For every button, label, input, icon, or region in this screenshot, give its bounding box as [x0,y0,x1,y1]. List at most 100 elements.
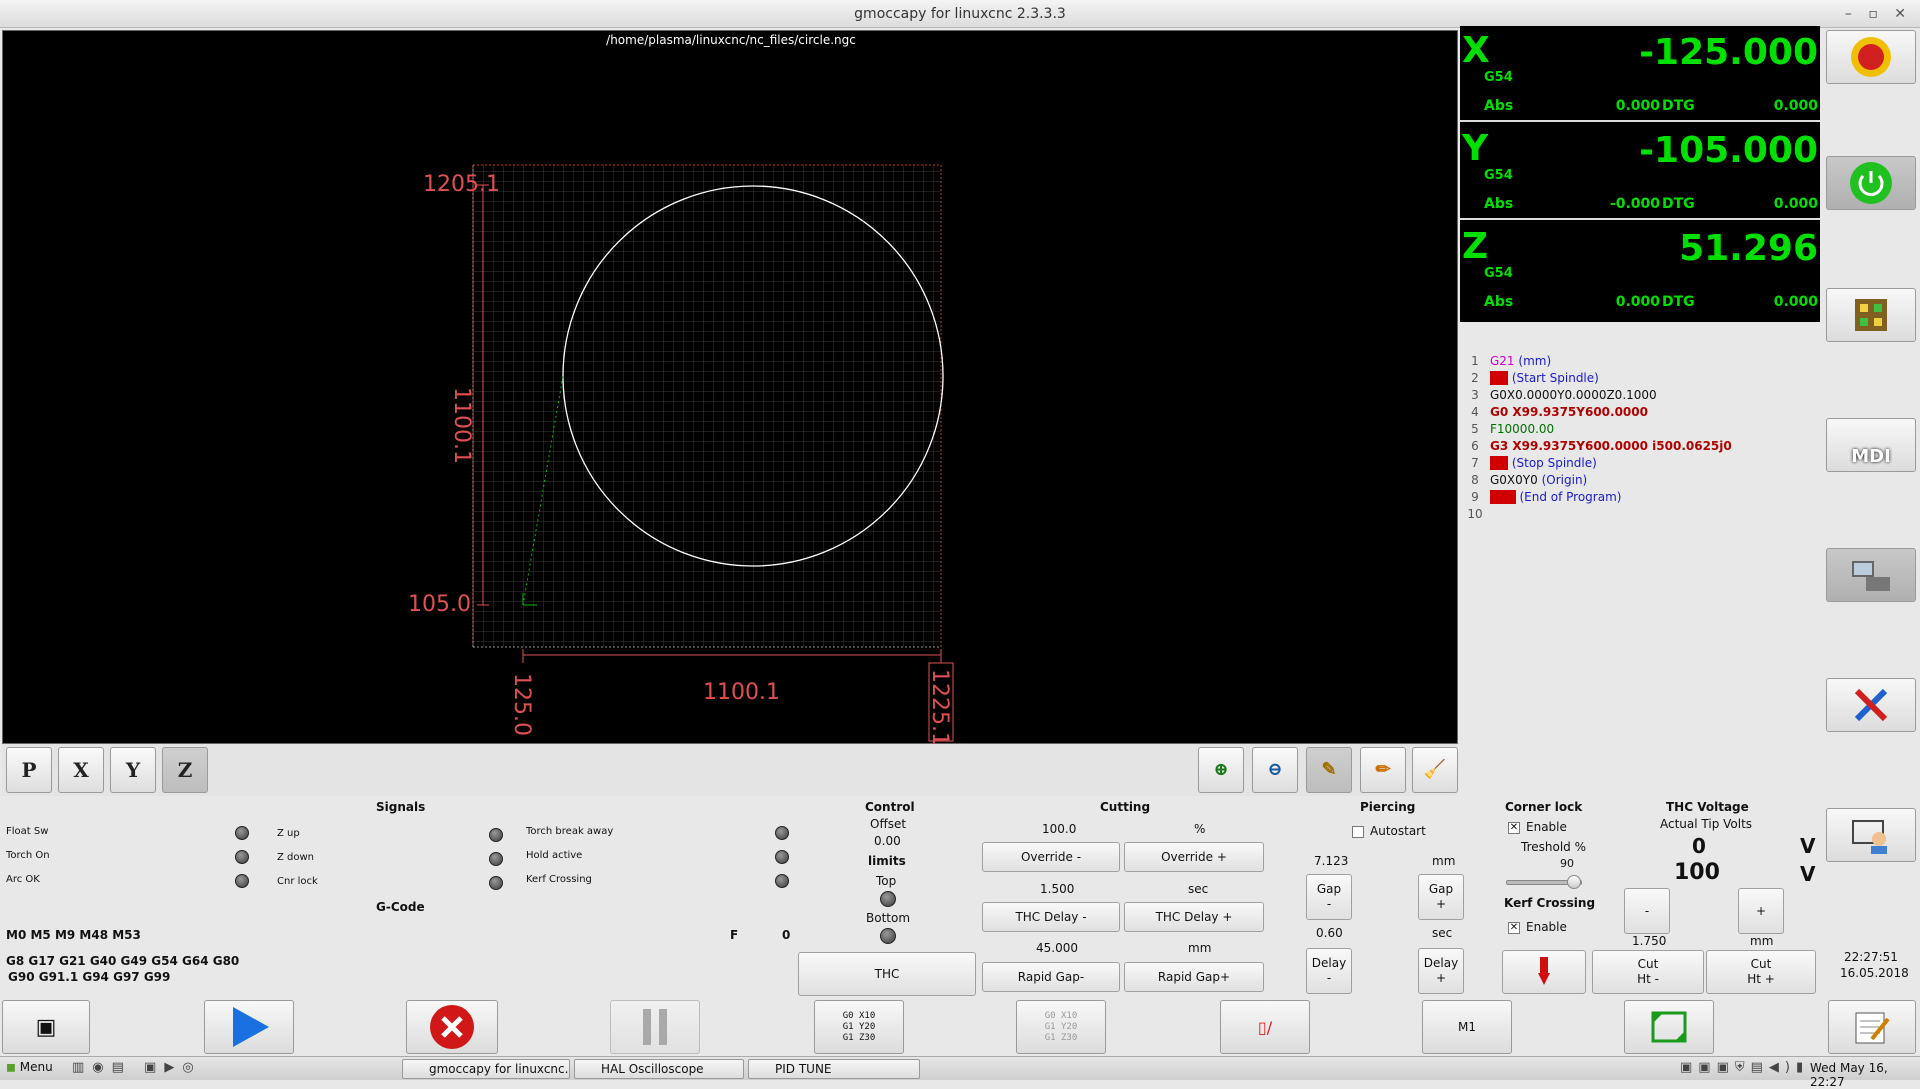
run-from-line-button[interactable]: G0 X10 G1 Y20 G1 Z30 [1016,1000,1106,1054]
task-gmoccapy[interactable]: gmoccapy for linuxcnc... [402,1059,570,1079]
machine-limits-grid [473,165,941,647]
edit-gcode-button[interactable] [1828,1000,1916,1054]
kerf-enable-label: Enable [1526,920,1567,934]
gcode-code: G0X0.0000Y0.0000Z0.1000 [1490,388,1657,402]
auto-mode-button[interactable] [1826,548,1916,602]
step-button[interactable]: G0 X10 G1 Y20 G1 Z30 [814,1000,904,1054]
settings-button[interactable] [1826,678,1916,732]
view-p-button[interactable]: P [6,747,52,793]
gcode-line[interactable]: 6 G3 X99.9375Y600.0000 i500.0625j0 [1460,439,1820,456]
override-plus-button[interactable]: Override + [1124,842,1264,872]
edit-button[interactable]: ✏ [1360,747,1406,793]
block-delete-button[interactable]: ▯/ [1220,1000,1310,1054]
pause-button[interactable] [610,1000,700,1054]
menu-button[interactable]: ◼ Menu [6,1060,53,1074]
override-value: 100.0 [1042,822,1077,836]
thc-button[interactable]: THC [798,952,976,996]
pierce-delay-plus-button[interactable]: Delay + [1418,948,1464,994]
autostart-checkbox[interactable] [1352,826,1364,838]
view-x-button[interactable]: X [58,747,104,793]
cutting-title: Cutting [1100,800,1151,814]
estop-button[interactable] [1826,30,1916,84]
system-tray[interactable]: ▣▣▣⛨▤◀)▮ [1680,1060,1809,1075]
dro-y[interactable]: Y G54 -105.000 Abs -0.000 DTG 0.000 [1460,124,1820,220]
pierce-gap-plus-button[interactable]: Gap + [1418,874,1464,920]
cut-height-plus-button[interactable]: Cut Ht + [1706,950,1816,994]
clock-date: 16.05.2018 [1840,966,1909,980]
zoom-in-button[interactable]: ⊕ [1198,747,1244,793]
view-y-button[interactable]: Y [110,747,156,793]
kerf-crossing-title: Kerf Crossing [1504,896,1596,910]
pierce-gap-minus-button[interactable]: Gap - [1306,874,1352,920]
gcode-line[interactable]: 7 M5 (Stop Spindle) [1460,456,1820,473]
torch-break-away-led [775,826,789,840]
task-pid-tune[interactable]: PID TUNE [748,1059,920,1079]
torch-button[interactable] [1502,950,1586,994]
gcode-line[interactable]: 3 G0X0.0000Y0.0000Z0.1000 [1460,388,1820,405]
open-file-button[interactable]: ▣ [2,1000,90,1054]
y-bottom-label: 105.0 [408,592,471,617]
window-controls[interactable]: – ▫ ✕ [1845,0,1912,28]
clear-plot-button[interactable]: 🧹 [1412,747,1458,793]
arc-ok-led [235,874,249,888]
gcode-line[interactable]: 2 M3 (Start Spindle) [1460,371,1820,388]
view-z-button[interactable]: Z [162,747,208,793]
toolpath-preview[interactable]: /home/plasma/linuxcnc/nc_files/circle.ng… [2,30,1458,745]
signal-kerf-crossing: Kerf Crossing [526,874,592,885]
manual-mode-button[interactable] [1826,288,1916,342]
step-line: G1 Y20 [842,1021,876,1032]
gcode-line[interactable]: 9 M30 (End of Program) [1460,490,1820,507]
pencil-icon: ✏ [1375,759,1391,780]
gcode-line[interactable]: 5 F10000.00 [1460,422,1820,439]
gcode-listing[interactable]: 1 G21 (mm) 2 M3 (Start Spindle) 3 G0X0.0000… [1460,350,1820,521]
rapid-gap-minus-button[interactable]: Rapid Gap- [982,962,1120,992]
pierce-delay-minus-button[interactable]: Delay - [1306,948,1352,994]
taskbar-clock[interactable]: Wed May 16, 22:27 [1810,1061,1920,1089]
offset-value: 0.00 [874,834,901,848]
mdi-mode-button[interactable]: MDI [1826,418,1916,472]
pierce-delay-unit: sec [1432,926,1453,940]
override-minus-button[interactable]: Override - [982,842,1120,872]
fullscreen-button[interactable] [1624,1000,1714,1054]
volts-plus-button[interactable]: + [1738,888,1784,934]
gcode-line[interactable]: 4 G0 X99.9375Y600.0000 [1460,405,1820,422]
gcode-line[interactable]: 10 [1460,507,1820,524]
threshold-slider-thumb[interactable] [1567,875,1582,889]
button-line: - [1326,971,1332,985]
thc-voltage-title: THC Voltage [1666,800,1749,814]
cut-height-minus-button[interactable]: Cut Ht - [1592,950,1704,994]
button-line: - [1326,897,1332,911]
thc-delay-minus-button[interactable]: THC Delay - [982,902,1120,932]
corner-lock-enable-checkbox[interactable]: ✕ [1508,822,1520,834]
rapid-gap-plus-button[interactable]: Rapid Gap+ [1124,962,1264,992]
button-line: Gap [1316,882,1342,896]
folder-icon: ▣ [35,1014,57,1040]
settings-tools-icon [1854,688,1888,722]
dro-x[interactable]: X G54 -125.000 Abs 0.000 DTG 0.000 [1460,26,1820,122]
gcode-code: G0X0Y0 [1490,473,1538,487]
user-tabs-button[interactable] [1826,808,1916,862]
task-hal-oscilloscope[interactable]: HAL Oscilloscope [574,1059,744,1079]
menu-label: Menu [19,1060,53,1074]
gcode-line[interactable]: 1 G21 (mm) [1460,354,1820,371]
gcode-line[interactable]: 8 G0X0Y0 (Origin) [1460,473,1820,490]
optional-stop-button[interactable]: M1 [1422,1000,1512,1054]
axis-value: -105.000 [1639,130,1818,171]
show-dimensions-button[interactable]: ✎ [1306,747,1352,793]
line-number: 10 [1467,507,1483,521]
coord-system: G54 [1484,70,1513,85]
thc-delay-plus-button[interactable]: THC Delay + [1124,902,1264,932]
volts-minus-button[interactable]: - [1624,888,1670,934]
run-button[interactable] [204,1000,294,1054]
user-tabs-icon [1852,820,1887,854]
gcode-code: G21 [1490,354,1515,368]
y-mid-label: 1100.1 [449,387,474,464]
stop-button[interactable] [406,1000,498,1054]
kerf-enable-checkbox[interactable]: ✕ [1508,922,1520,934]
machine-power-button[interactable] [1826,156,1916,210]
gcode-code: F10000.00 [1490,422,1555,436]
abs-label: Abs [1484,294,1514,310]
quick-launch[interactable]: ▥◉▤ ▣▶◎ [72,1060,202,1075]
dro-z[interactable]: Z G54 51.296 Abs 0.000 DTG 0.000 [1460,222,1820,318]
zoom-out-button[interactable]: ⊖ [1252,747,1298,793]
